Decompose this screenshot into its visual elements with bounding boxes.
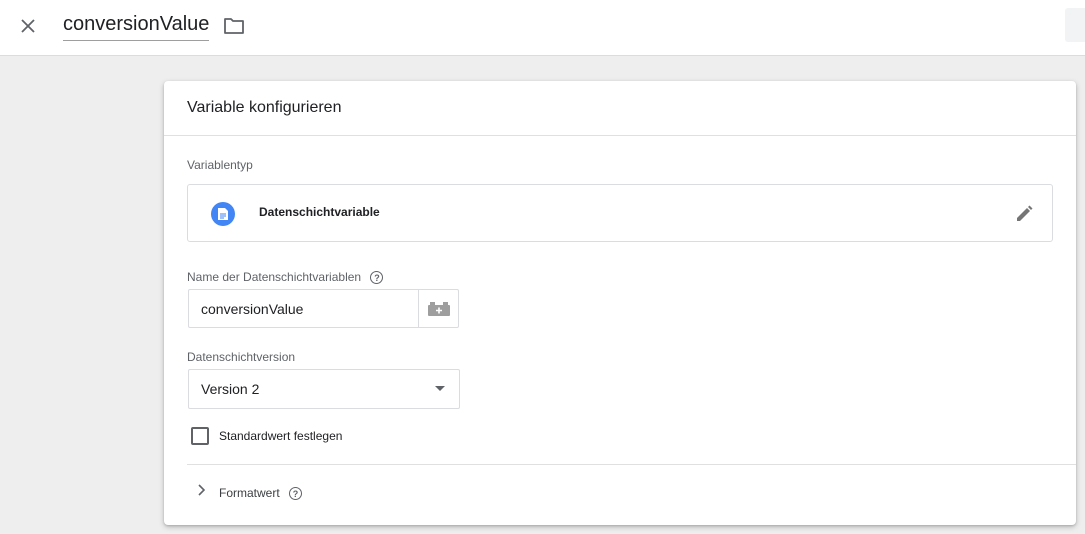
card-header: Variable konfigurieren: [164, 81, 1076, 136]
variable-type-label: Variablentyp: [187, 158, 253, 172]
selected-version: Version 2: [201, 381, 260, 397]
save-button[interactable]: [1065, 8, 1085, 42]
folder-button[interactable]: [222, 14, 246, 38]
name-field-label-row: Name der Datenschichtvariablen ?: [187, 270, 384, 285]
top-bar: conversionValue: [0, 0, 1085, 56]
variable-type-name: Datenschichtvariable: [259, 205, 380, 219]
format-value-label-row: Formatwert ?: [219, 486, 303, 501]
version-field-label: Datenschichtversion: [187, 350, 296, 364]
datalayer-name-input[interactable]: [189, 290, 417, 327]
pencil-icon[interactable]: [1012, 202, 1036, 226]
format-value-section-toggle[interactable]: Formatwert ?: [187, 477, 487, 509]
variable-picker-icon: [428, 301, 450, 316]
divider: [187, 464, 1076, 465]
chevron-right-icon: [195, 483, 207, 497]
variable-title[interactable]: conversionValue: [63, 13, 210, 41]
name-field-label: Name der Datenschichtvariablen: [187, 270, 362, 284]
folder-icon: [224, 18, 244, 34]
help-icon[interactable]: ?: [289, 487, 303, 501]
default-value-label[interactable]: Standardwert festlegen: [219, 429, 342, 443]
format-value-label: Formatwert: [219, 486, 280, 500]
variable-type-selector[interactable]: Datenschichtvariable: [187, 184, 1053, 242]
name-field-wrapper: [188, 289, 459, 328]
dropdown-arrow-icon: [435, 386, 445, 391]
default-value-checkbox[interactable]: [191, 427, 209, 445]
datalayer-version-select[interactable]: Version 2: [188, 369, 460, 409]
close-button[interactable]: [14, 12, 42, 40]
help-icon[interactable]: ?: [370, 271, 384, 285]
variable-picker-button[interactable]: [418, 290, 459, 327]
card-title: Variable konfigurieren: [187, 99, 342, 116]
close-icon: [21, 19, 35, 33]
document-icon: [211, 202, 235, 226]
variable-config-card: Variable konfigurieren Variablentyp Date…: [164, 81, 1076, 525]
